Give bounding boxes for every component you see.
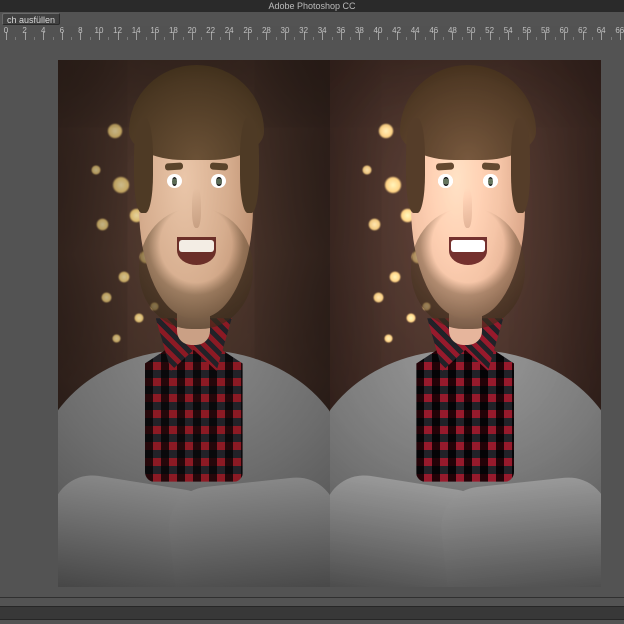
ruler-tick-label: 20 <box>188 26 197 35</box>
ruler-tick-label: 36 <box>336 26 345 35</box>
options-fill-button[interactable]: ch ausfüllen <box>2 13 60 25</box>
ruler-tick-label: 44 <box>411 26 420 35</box>
app-title: Adobe Photoshop CC <box>268 1 355 11</box>
options-bar: ch ausfüllen <box>0 12 624 27</box>
ruler-tick-label: 62 <box>578 26 587 35</box>
ruler-tick-label: 52 <box>485 26 494 35</box>
ruler-tick-label: 54 <box>504 26 513 35</box>
document-canvas[interactable] <box>58 60 601 587</box>
ruler-tick-label: 26 <box>243 26 252 35</box>
ruler-tick-label: 56 <box>522 26 531 35</box>
ruler-tick-label: 48 <box>448 26 457 35</box>
ruler-tick-label: 0 <box>4 26 8 35</box>
ruler-tick-label: 64 <box>597 26 606 35</box>
ruler-tick-label: 22 <box>206 26 215 35</box>
document-area <box>0 40 624 598</box>
ruler-tick-label: 28 <box>262 26 271 35</box>
ruler-tick-label: 40 <box>374 26 383 35</box>
ruler-tick-label: 42 <box>392 26 401 35</box>
ruler-tick-label: 38 <box>355 26 364 35</box>
window-frame-subbar <box>0 606 624 620</box>
ruler-tick-label: 50 <box>467 26 476 35</box>
ruler-tick-label: 46 <box>429 26 438 35</box>
ruler-tick-label: 24 <box>225 26 234 35</box>
ruler-tick-label: 6 <box>60 26 64 35</box>
ruler-tick-label: 58 <box>541 26 550 35</box>
ruler-tick-label: 66 <box>615 26 624 35</box>
window-frame-bottom <box>0 597 624 624</box>
image-panel-edited <box>330 60 602 587</box>
ruler-tick-label: 12 <box>113 26 122 35</box>
ruler-tick-label: 34 <box>318 26 327 35</box>
ruler-tick-label: 10 <box>95 26 104 35</box>
ruler-tick-label: 32 <box>299 26 308 35</box>
ruler-tick-label: 2 <box>22 26 26 35</box>
ruler-horizontal[interactable]: 0246810121416182022242628303234363840424… <box>0 26 624 41</box>
ruler-tick-label: 60 <box>560 26 569 35</box>
ruler-tick-label: 8 <box>78 26 82 35</box>
ruler-tick-label: 14 <box>132 26 141 35</box>
image-panel-original <box>58 60 330 587</box>
ruler-tick-label: 18 <box>169 26 178 35</box>
ruler-tick-label: 4 <box>41 26 45 35</box>
ruler-tick-label: 16 <box>150 26 159 35</box>
ruler-tick-label: 30 <box>281 26 290 35</box>
